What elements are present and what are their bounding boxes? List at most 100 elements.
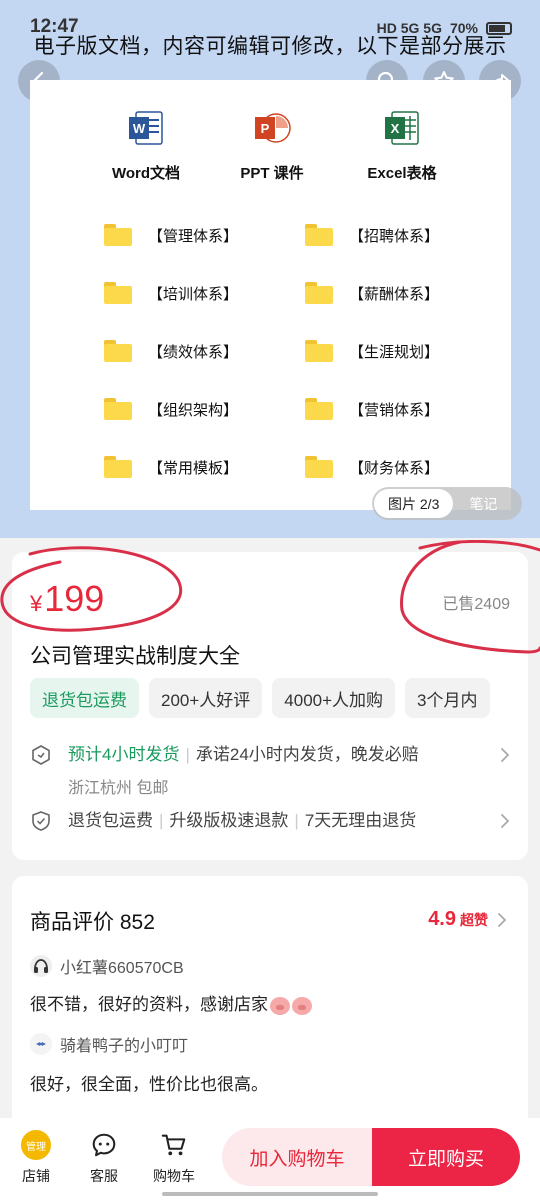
folder-icon <box>104 340 132 362</box>
separator: | <box>294 811 299 830</box>
file-type-label: PPT 课件 <box>240 165 304 182</box>
cart-button[interactable]: 购物车 <box>144 1130 204 1186</box>
folder-label: 【常用模板】 <box>148 459 239 477</box>
review-username: 小红薯660570CB <box>60 960 184 977</box>
folder-label: 【营销体系】 <box>349 401 440 419</box>
pig-emoji-icon <box>292 996 312 1015</box>
pig-emoji-icon <box>270 996 290 1015</box>
image-caption: 电子版文档，内容可编辑可修改，以下是部分展示 <box>33 35 507 58</box>
product-image-gallery[interactable]: 12:47 HD 5G 5G 70% 电子版文档，内容可编辑可修改，以下是部分展… <box>0 0 540 538</box>
folder-label: 【培训体系】 <box>148 285 239 303</box>
folder-icon <box>305 398 333 420</box>
ppt-icon: P <box>252 108 292 148</box>
folder-icon <box>305 282 333 304</box>
review-user[interactable]: 小红薯660570CB <box>30 954 184 978</box>
chat-icon <box>89 1130 119 1160</box>
file-type-label: Excel表格 <box>367 165 437 182</box>
home-indicator[interactable] <box>162 1192 378 1196</box>
page-counter: 图片 2/3 <box>374 489 454 518</box>
folder-item: 【培训体系】 <box>104 282 238 304</box>
shipping-row[interactable]: 预计4小时发货 | 承诺24小时内发货，晚发必赔 <box>30 742 512 768</box>
rating-score: 4.9 <box>428 908 456 930</box>
svg-text:X: X <box>391 121 400 136</box>
reviews-title: 商品评价 852 <box>30 911 155 934</box>
chevron-right-icon <box>501 748 510 762</box>
separator: | <box>185 745 190 764</box>
folder-item: 【常用模板】 <box>104 456 238 478</box>
avatar <box>30 955 52 977</box>
folder-item: 【营销体系】 <box>305 398 439 420</box>
shield-icon <box>32 811 50 831</box>
folder-icon <box>104 398 132 420</box>
folder-item: 【招聘体系】 <box>305 224 439 246</box>
sold-count: 已售2409 <box>442 596 510 613</box>
svg-text:P: P <box>261 121 270 136</box>
word-icon: W <box>126 108 166 148</box>
review-username: 骑着鸭子的小叮叮 <box>60 1038 189 1055</box>
folder-icon <box>305 224 333 246</box>
product-title: 公司管理实战制度大全 <box>30 645 240 668</box>
folder-label: 【招聘体系】 <box>349 227 440 245</box>
folder-item: 【财务体系】 <box>305 456 439 478</box>
price: ¥ 199 <box>30 578 104 620</box>
file-type-excel: X Excel表格 <box>342 108 462 183</box>
bottom-action-bar: 管理 店铺 客服 购物车 加入购物车 立即购买 <box>0 1118 540 1200</box>
folder-label: 【薪酬体系】 <box>349 285 440 303</box>
folder-icon <box>305 456 333 478</box>
separator: | <box>159 811 164 830</box>
tag-good-reviews: 200+人好评 <box>149 678 263 718</box>
tag-add-to-cart-count: 4000+人加购 <box>272 678 396 718</box>
svg-text:W: W <box>133 121 146 136</box>
shop-icon: 管理 <box>21 1130 51 1160</box>
review-text: 很不错，很好的资料，感谢店家 <box>30 990 312 1015</box>
service-row[interactable]: 退货包运费 | 升级版极速退款 | 7天无理由退货 <box>30 808 512 834</box>
customer-service-button[interactable]: 客服 <box>74 1130 134 1186</box>
folder-item: 【生涯规划】 <box>305 340 439 362</box>
file-type-word: W Word文档 <box>86 108 206 183</box>
shop-label: 店铺 <box>22 1168 50 1184</box>
shop-badge: 管理 <box>21 1130 51 1160</box>
folder-icon <box>104 282 132 304</box>
excel-icon: X <box>382 108 422 148</box>
add-to-cart-button[interactable]: 加入购物车 <box>222 1128 372 1186</box>
buy-now-button[interactable]: 立即购买 <box>372 1128 520 1186</box>
folder-item: 【绩效体系】 <box>104 340 238 362</box>
shipping-promise: 承诺24小时内发货，晚发必赔 <box>195 745 419 764</box>
folder-icon <box>305 340 333 362</box>
cart-icon <box>159 1130 189 1160</box>
rating-word: 超赞 <box>460 911 488 928</box>
shop-button[interactable]: 管理 店铺 <box>6 1130 66 1186</box>
currency-symbol: ¥ <box>30 591 43 616</box>
service-fast-refund: 升级版极速退款 <box>169 811 289 830</box>
file-type-label: Word文档 <box>111 165 181 182</box>
price-value: 199 <box>44 578 105 619</box>
folder-icon <box>104 224 132 246</box>
review-user[interactable]: 骑着鸭子的小叮叮 <box>30 1032 188 1056</box>
sold-circle-annotation-top <box>418 540 540 552</box>
package-icon <box>32 745 50 765</box>
image-page-indicator[interactable]: 图片 2/3 笔记 <box>372 487 522 520</box>
notes-tab[interactable]: 笔记 <box>469 494 497 514</box>
folder-icon <box>104 456 132 478</box>
reviews-card[interactable]: 商品评价 852 4.9 超赞 小红薯660570CB 很不错，很好的资料，感谢… <box>12 876 528 1136</box>
shipping-eta: 预计4小时发货 <box>68 745 180 764</box>
shipping-origin: 浙江杭州 包邮 <box>68 780 169 797</box>
product-info-card: ¥ 199 已售2409 公司管理实战制度大全 退货包运费 200+人好评 40… <box>12 552 528 860</box>
folder-label: 【管理体系】 <box>148 227 239 245</box>
service-label: 客服 <box>90 1168 118 1184</box>
review-content: 很不错，很好的资料，感谢店家 <box>30 995 268 1014</box>
folder-label: 【生涯规划】 <box>349 343 440 361</box>
product-tags: 退货包运费 200+人好评 4000+人加购 3个月内 <box>30 678 528 720</box>
chevron-right-icon <box>498 912 507 927</box>
tag-return-shipping: 退货包运费 <box>30 678 139 718</box>
service-return-shipping: 退货包运费 <box>68 811 153 830</box>
folder-label: 【绩效体系】 <box>148 343 239 361</box>
folder-item: 【管理体系】 <box>104 224 238 246</box>
rating-summary[interactable]: 4.9 超赞 <box>428 908 508 931</box>
file-type-ppt: P PPT 课件 <box>212 108 332 183</box>
cart-label: 购物车 <box>153 1168 195 1184</box>
review-text: 很好，很全面，性价比也很高。 <box>30 1075 268 1094</box>
folder-item: 【组织架构】 <box>104 398 238 420</box>
service-7day-return: 7天无理由退货 <box>304 811 417 830</box>
folder-label: 【组织架构】 <box>148 401 239 419</box>
